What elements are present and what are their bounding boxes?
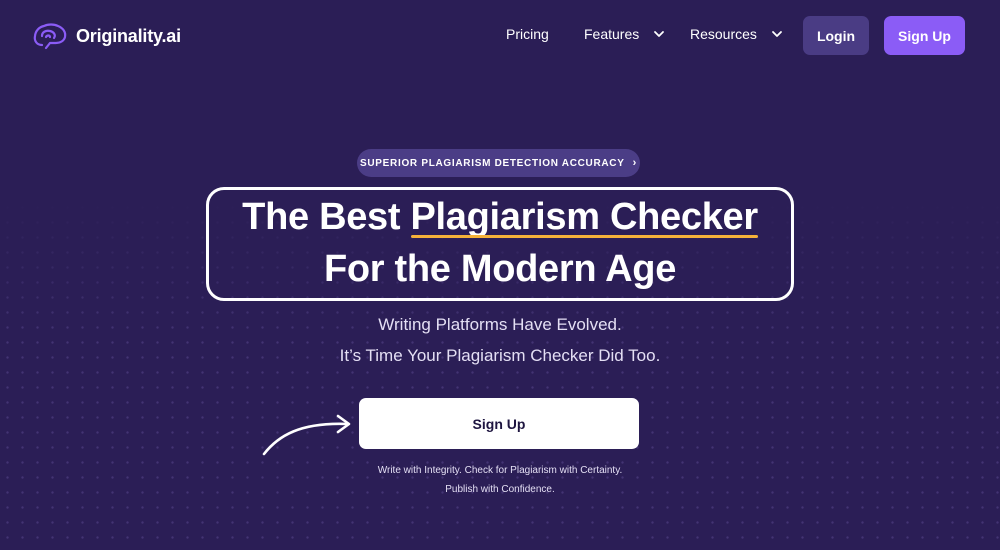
login-button[interactable]: Login <box>803 16 869 55</box>
chevron-down-icon <box>772 31 782 37</box>
hero-tagline-2: Publish with Confidence. <box>445 484 555 495</box>
hero-badge[interactable]: SUPERIOR PLAGIARISM DETECTION ACCURACY › <box>357 149 640 177</box>
hero-title-part-1: The Best <box>242 196 411 238</box>
hero-subtitle-2: It’s Time Your Plagiarism Checker Did To… <box>339 346 661 365</box>
nav-resources[interactable]: Resources <box>690 26 783 42</box>
chevron-right-icon: › <box>632 157 637 169</box>
chevron-down-icon <box>654 31 665 37</box>
brand-name: Originality.ai <box>76 25 181 46</box>
top-navbar: Originality.ai Pricing Features Resource… <box>0 0 1000 72</box>
hero-badge-label: SUPERIOR PLAGIARISM DETECTION ACCURACY <box>360 157 625 169</box>
nav-pricing[interactable]: Pricing <box>506 26 549 42</box>
nav-features[interactable]: Features <box>584 26 665 42</box>
hero-title-line-2: For the Modern Age <box>323 248 677 290</box>
brand-logo[interactable]: Originality.ai <box>32 20 181 52</box>
hero-title-highlight: Plagiarism Checker <box>410 196 759 238</box>
signup-nav-button[interactable]: Sign Up <box>884 16 965 55</box>
nav-features-label: Features <box>584 26 640 42</box>
hero-tagline-1: Write with Integrity. Check for Plagiari… <box>377 465 623 476</box>
page: Originality.ai Pricing Features Resource… <box>0 0 1000 550</box>
hero-title-line-1: The Best Plagiarism Checker <box>0 196 1000 239</box>
curved-arrow-icon <box>262 414 351 456</box>
nav-pricing-label: Pricing <box>506 26 549 42</box>
hero-signup-button[interactable]: Sign Up <box>359 398 639 449</box>
hero-subtitle-1: Writing Platforms Have Evolved. <box>378 315 622 334</box>
brain-icon <box>32 21 68 51</box>
nav-resources-label: Resources <box>690 26 757 42</box>
